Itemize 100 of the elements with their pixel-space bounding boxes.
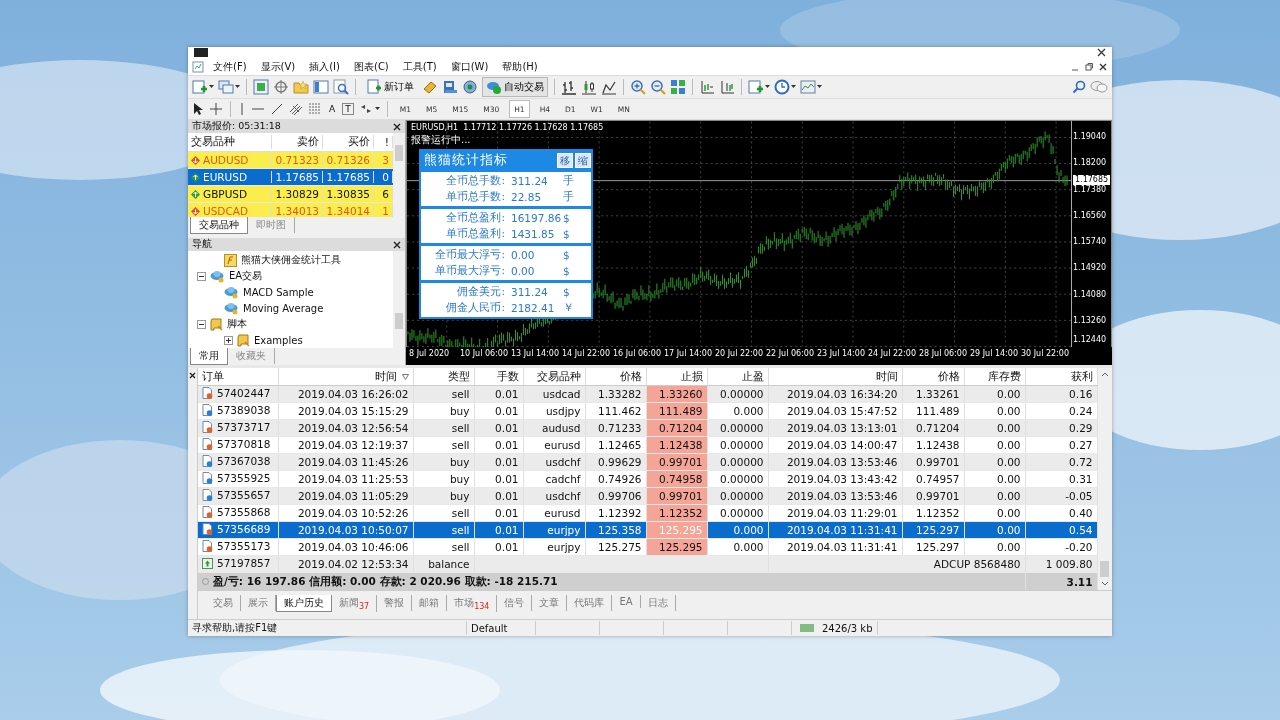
printer-icon[interactable] <box>442 79 458 95</box>
table-row[interactable]: 57373717 2019.04.03 12:56:54 sell 0.01 audusd 0.71233 0.71204 0.00000 2019.04.03 13:13:01 0.71204 0.00 0.29 <box>198 419 1097 437</box>
search-icon[interactable] <box>1072 80 1086 94</box>
text-label-tool[interactable]: T <box>342 103 354 115</box>
menu-item[interactable]: 图表(C) <box>349 59 394 74</box>
terminal-tab[interactable]: 市场$_{134}$ <box>447 595 498 612</box>
panel-button[interactable]: 移 <box>557 152 573 168</box>
caret-icon[interactable] <box>235 85 240 89</box>
table-row[interactable]: 57355868 2019.04.03 10:52:26 sell 0.01 eurusd 1.12392 1.12352 0.00000 2019.04.03 11:29:01 1.12352 0.00 0.40 <box>198 504 1097 522</box>
tree-item[interactable]: EA交易 <box>229 269 263 283</box>
table-row[interactable]: 57370818 2019.04.03 12:19:37 sell 0.01 eurusd 1.12465 1.12438 0.00000 2019.04.03 14:00:47 1.12438 0.00 0.27 <box>198 436 1097 454</box>
caret-icon[interactable] <box>374 107 380 111</box>
line-chart-icon[interactable] <box>601 79 617 95</box>
column-header[interactable]: 止盈 <box>707 368 768 386</box>
auto-trading-button[interactable]: 自动交易 <box>482 77 548 97</box>
candlestick-icon[interactable] <box>581 79 597 95</box>
menu-item[interactable]: 工具(T) <box>397 59 442 74</box>
caret-icon[interactable] <box>209 85 214 89</box>
caret-icon[interactable] <box>817 85 822 89</box>
clock-icon[interactable] <box>774 79 790 95</box>
terminal-tab[interactable]: 账户历史 <box>276 595 332 612</box>
terminal-tab[interactable]: 交易 <box>206 595 241 611</box>
expand-icon[interactable] <box>224 335 233 345</box>
column-header[interactable]: 交易品种 <box>523 368 585 386</box>
table-row[interactable]: 57355173 2019.04.03 10:46:06 sell 0.01 eurjpy 125.275 125.295 0.000 2019.04.03 11:31:41 125.297 0.00 -0.20 <box>198 538 1097 556</box>
column-header[interactable]: 获利 <box>1025 368 1097 386</box>
table-row[interactable]: 57389038 2019.04.03 15:15:29 buy 0.01 usdjpy 111.462 111.489 0.000 2019.04.03 15:47:52 111.489 0.00 0.24 <box>198 402 1097 420</box>
channel-icon[interactable] <box>289 102 303 116</box>
document-plus-icon[interactable] <box>192 79 208 95</box>
panel-tab[interactable]: 常用 <box>190 348 228 365</box>
document-plus-icon[interactable] <box>748 79 764 95</box>
crosshair-icon[interactable] <box>209 102 223 116</box>
column-header[interactable]: 库存费 <box>964 368 1025 386</box>
collapse-icon[interactable] <box>197 271 206 281</box>
quote-row[interactable]: EURUSD 1.17685 1.17685 0 <box>188 169 393 186</box>
panel-tab[interactable]: 交易品种 <box>190 217 248 234</box>
tree-item[interactable]: 脚本 <box>227 317 247 331</box>
panel-button[interactable]: 缩 <box>575 152 591 168</box>
scrollbar[interactable] <box>393 251 405 348</box>
menu-item[interactable]: 窗口(W) <box>445 59 494 74</box>
new-order-button[interactable]: 新订单 <box>362 77 418 97</box>
tile-windows-icon[interactable] <box>670 79 686 95</box>
document-magnifier-icon[interactable] <box>333 79 349 95</box>
column-header[interactable]: 手数 <box>474 368 523 386</box>
menu-item[interactable]: 显示(V) <box>255 59 301 74</box>
terminal-tab[interactable]: 邮箱 <box>412 595 448 611</box>
column-header[interactable]: 时间 <box>768 368 902 386</box>
table-row[interactable]: 57402447 2019.04.03 16:26:02 sell 0.01 usdcad 1.33282 1.33260 0.00000 2019.04.03 16:34:20 1.33261 0.00 0.16 <box>198 385 1097 403</box>
chart-scroll-icon[interactable] <box>699 79 715 95</box>
table-row[interactable]: 57355657 2019.04.03 11:05:29 buy 0.01 usdchf 0.99706 0.99701 0.00000 2019.04.03 13:53:46 0.99701 0.00 -0.05 <box>198 487 1097 505</box>
terminal-tab[interactable]: EA <box>612 595 641 608</box>
column-header[interactable]: 订单 <box>198 368 278 386</box>
scroll-down-icon[interactable] <box>1100 581 1109 587</box>
close-icon[interactable] <box>1097 48 1106 57</box>
bar-chart-icon[interactable] <box>561 79 577 95</box>
column-header[interactable]: 止损 <box>646 368 707 386</box>
caret-icon[interactable] <box>791 85 796 89</box>
collapse-icon[interactable] <box>197 319 206 329</box>
table-row[interactable]: 57356689 2019.04.03 10:50:07 sell 0.01 eurjpy 125.358 125.295 0.000 2019.04.03 11:31:41 125.297 0.00 0.54 <box>198 521 1097 539</box>
caret-icon[interactable] <box>765 85 770 89</box>
tree-item[interactable]: 熊猫大侠佣金统计工具 <box>241 253 341 267</box>
column-header[interactable]: 价格 <box>902 368 964 386</box>
menu-item[interactable]: 文件(F) <box>208 59 252 74</box>
cursor-icon[interactable] <box>192 102 204 116</box>
table-row[interactable]: 57367038 2019.04.03 11:45:26 buy 0.01 usdchf 0.99629 0.99701 0.00000 2019.04.03 13:53:46 0.99701 0.00 0.72 <box>198 453 1097 471</box>
trendline-icon[interactable] <box>270 102 284 116</box>
close-icon[interactable] <box>393 122 401 131</box>
terminal-tab[interactable]: 代码库 <box>567 595 613 611</box>
panel-icon[interactable] <box>313 79 329 95</box>
terminal-tab[interactable]: 警报 <box>377 595 413 611</box>
tree-item[interactable]: MACD Sample <box>243 286 314 298</box>
close-icon[interactable] <box>189 372 196 379</box>
text-tool[interactable]: A <box>327 104 338 114</box>
menu-item[interactable]: 帮助(H) <box>497 59 543 74</box>
column-header[interactable]: 交易品种 <box>188 135 272 149</box>
menu-item[interactable]: 插入(I) <box>304 59 345 74</box>
column-header[interactable]: 卖价 <box>272 135 323 149</box>
terminal-tab[interactable]: 信号 <box>497 595 533 611</box>
column-header[interactable]: 价格 <box>585 368 646 386</box>
terminal-tab[interactable]: 日志 <box>640 595 676 611</box>
terminal-tab[interactable]: 新闻$_{37}$ <box>332 595 378 612</box>
tree-item[interactable]: Examples <box>254 334 303 346</box>
chart-shift-icon[interactable] <box>719 79 735 95</box>
scroll-thumb[interactable] <box>1100 561 1109 577</box>
tree-item[interactable]: Moving Average <box>243 302 324 314</box>
table-row[interactable]: 57197857 2019.04.02 12:53:34 balance ADCUP 8568480 1 009.80 <box>198 555 1097 573</box>
scroll-up-icon[interactable] <box>1100 371 1109 377</box>
crosshair-icon[interactable] <box>273 79 289 95</box>
column-header[interactable]: 时间 <box>278 368 413 386</box>
close-icon[interactable] <box>393 240 401 249</box>
column-header[interactable]: 类型 <box>413 368 474 386</box>
terminal-tab[interactable]: 文章 <box>532 595 568 611</box>
restore-icon[interactable] <box>1084 61 1094 72</box>
scrollbar[interactable] <box>393 133 405 217</box>
zoom-out-icon[interactable] <box>650 79 666 95</box>
column-header[interactable]: 买价 <box>323 135 374 149</box>
close-icon[interactable] <box>1098 61 1108 72</box>
zoom-in-icon[interactable] <box>630 79 646 95</box>
quote-row[interactable]: GBPUSD 1.30829 1.30835 6 <box>188 186 393 203</box>
table-row[interactable]: 57355925 2019.04.03 11:25:53 buy 0.01 cadchf 0.74926 0.74958 0.00000 2019.04.03 13:43:42 0.74957 0.00 0.31 <box>198 470 1097 488</box>
